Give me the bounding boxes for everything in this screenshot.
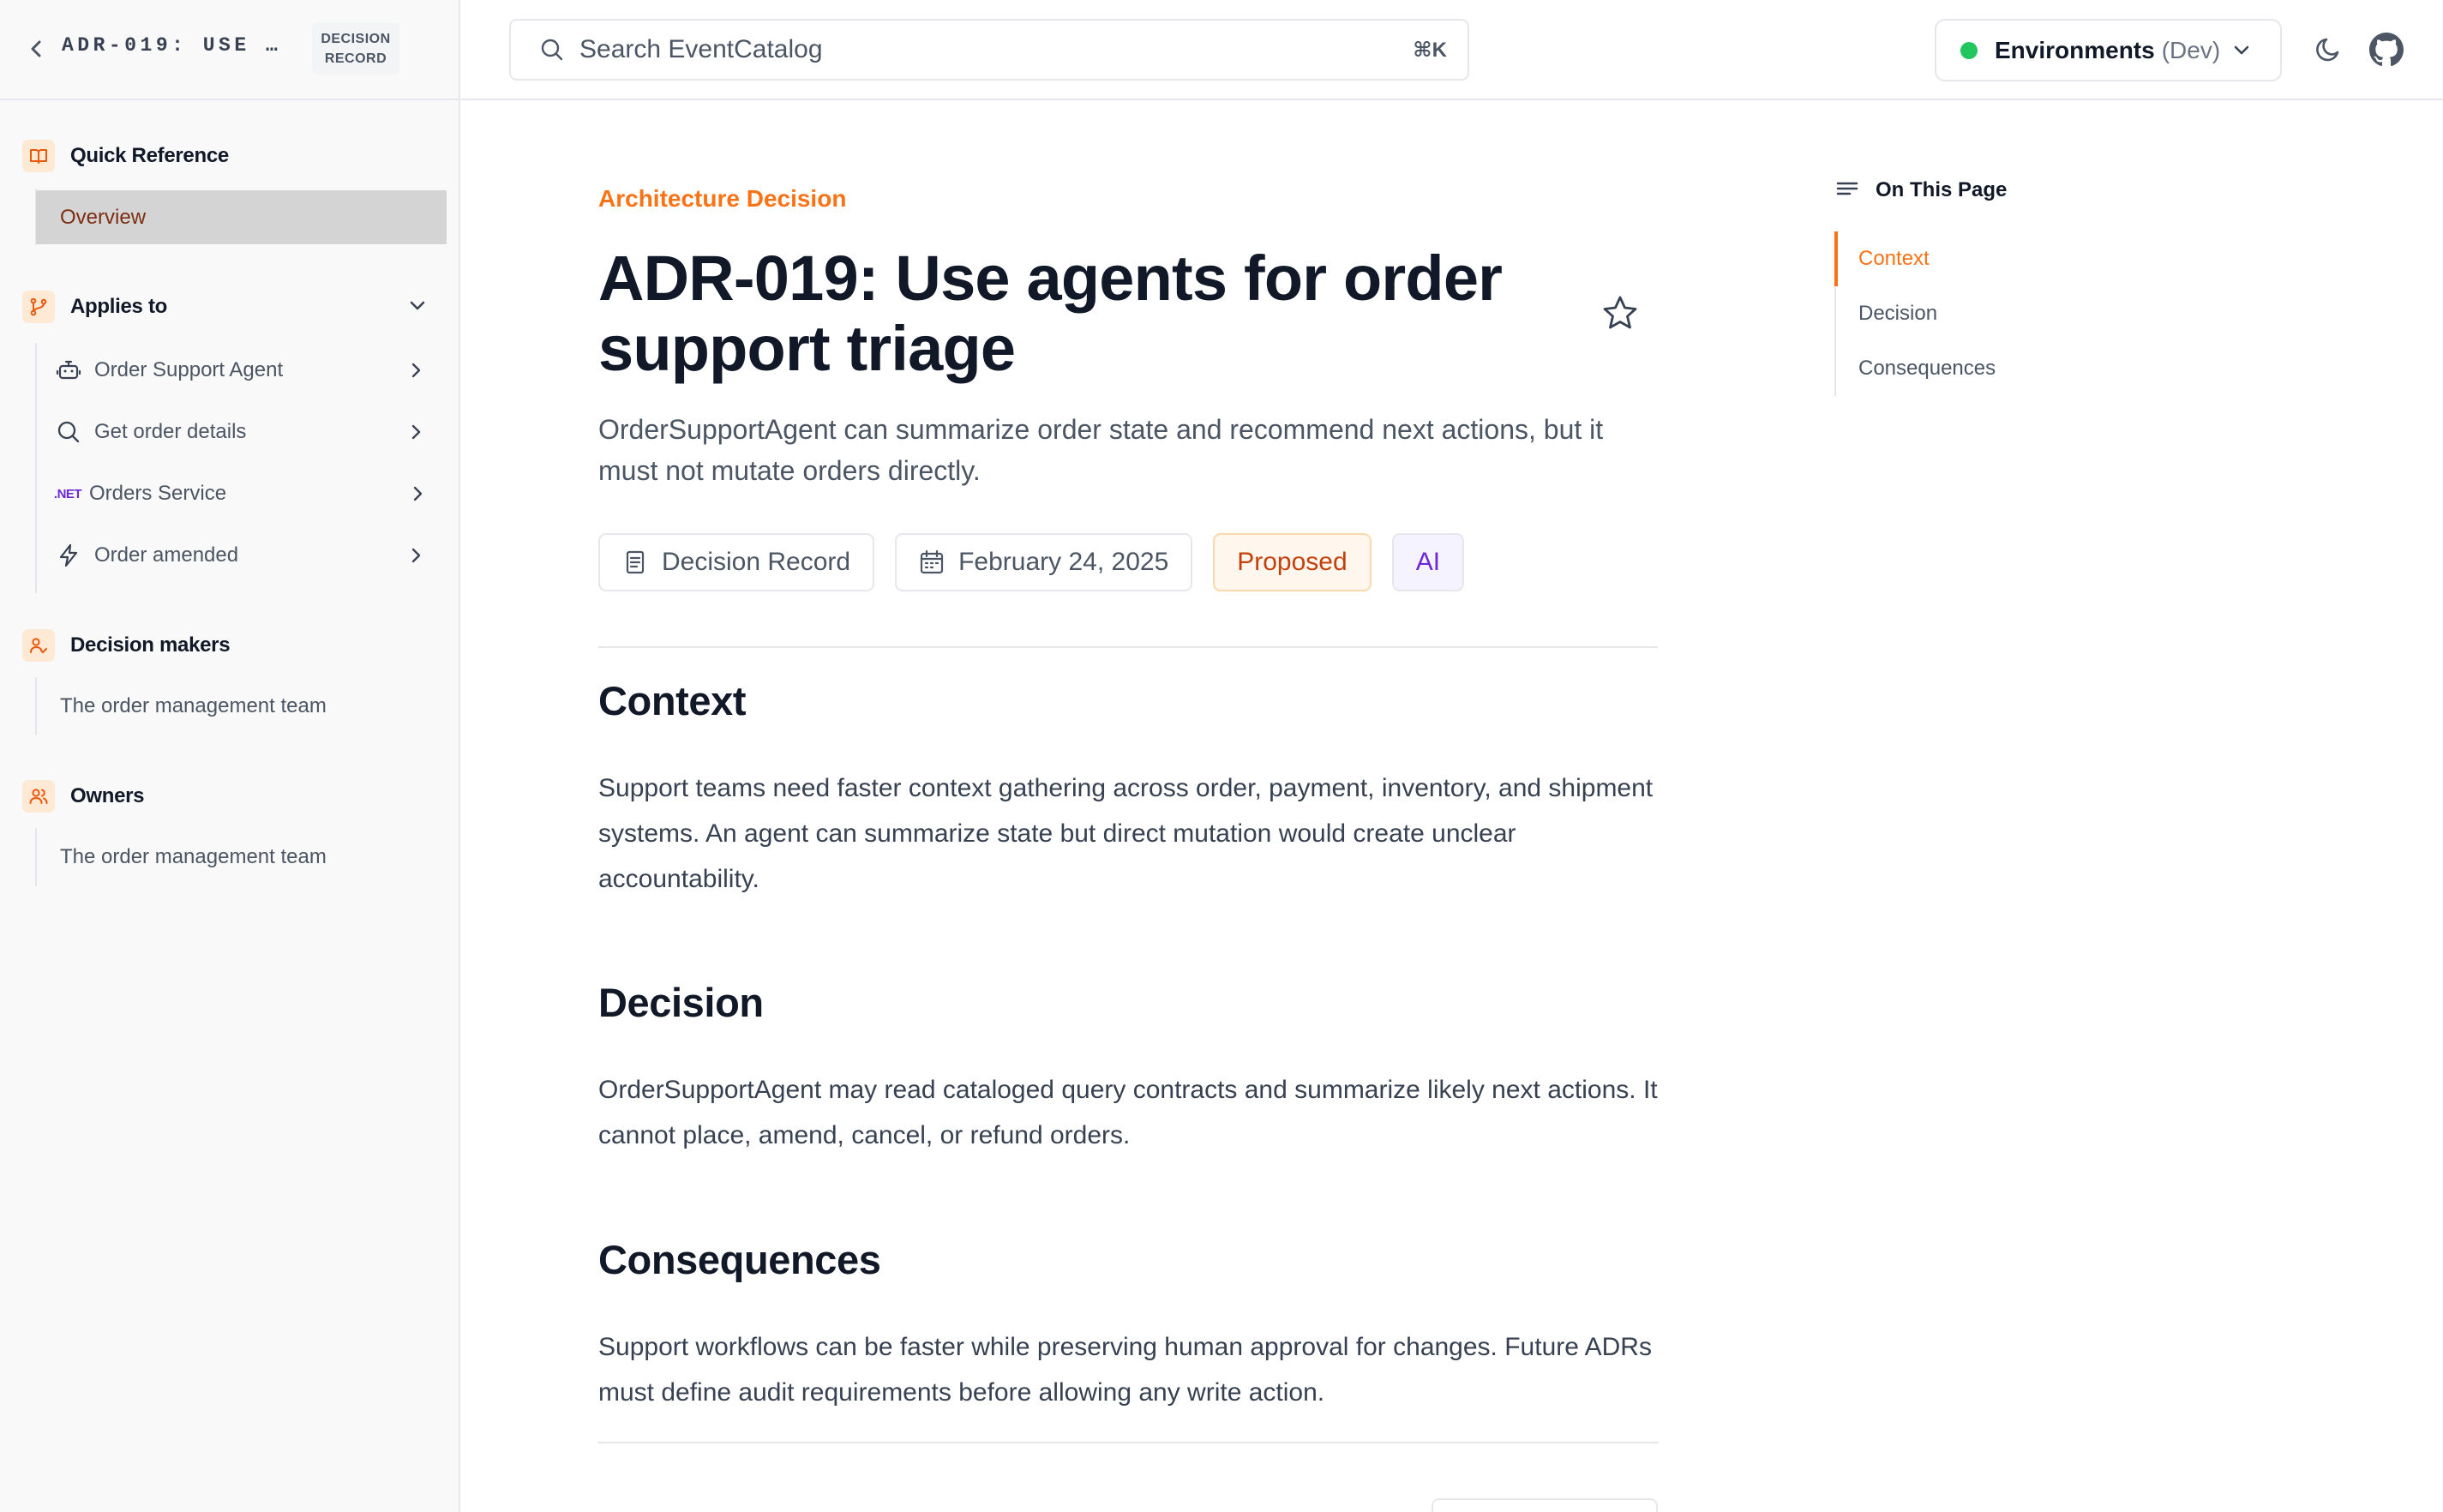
sidebar-title: ADR-019: USE AGENTS FOR ORDER SUPPORT TR… [62,34,291,57]
toc-item-decision[interactable]: Decision [1836,286,2092,341]
metadata-pills: Decision Record February 24, 2025 Propos… [598,533,1465,591]
lightning-icon [51,538,86,573]
environment-selector[interactable]: Environments (Dev) [1935,19,2282,81]
status-badge: Proposed [1213,533,1372,591]
date-label: February 24, 2025 [958,548,1169,576]
search-shortcut-hint: ⌘K [1413,38,1447,62]
section-label: Quick Reference [70,144,229,167]
moon-icon [2316,38,2339,62]
owner-item[interactable]: The order management team [60,845,327,869]
section-divider-line [35,828,37,886]
section-divider-line [35,343,37,593]
section-label: Owners [70,784,145,807]
chevron-right-icon [403,419,429,445]
chevron-right-icon [403,357,429,383]
table-of-contents: On This Page Context Decision Consequenc… [1834,171,2177,396]
tag-badge: AI [1391,533,1465,591]
github-link[interactable] [2368,31,2405,69]
chevron-right-icon [405,481,430,507]
search-icon [51,415,86,449]
star-icon [1603,296,1637,329]
toc-item-consequences[interactable]: Consequences [1836,341,2092,396]
section-body-consequences: Support workflows can be faster while pr… [598,1333,1652,1407]
environment-value: (Dev) [2161,36,2221,63]
document-icon [626,550,645,574]
github-icon [2369,33,2404,67]
record-type-pill: Decision Record [598,533,875,591]
section-divider-line [35,677,37,735]
chevron-down-icon [2229,38,2254,63]
toc-title: On This Page [1876,178,2008,201]
sidebar-item-label: Order Support Agent [94,358,284,381]
page-eyebrow: Architecture Decision [598,185,847,212]
section-owners: Owners [22,779,145,813]
section-applies-to: Applies to [22,290,167,324]
chevron-left-icon [31,40,41,57]
badge-line-2: RECORD [324,51,387,66]
section-heading-context: Context [598,678,747,723]
page-title: ADR-019: Use agents for order support tr… [598,243,1503,384]
chevron-right-icon [403,543,429,568]
collapse-applies-to-button[interactable] [403,291,432,321]
calendar-icon [920,549,944,574]
dotnet-icon: .NET [53,477,82,511]
book-open-icon [22,140,55,172]
sidebar: ADR-019: USE AGENTS FOR ORDER SUPPORT TR… [0,0,460,1512]
section-heading-decision: Decision [598,980,764,1025]
section-body-context: Support teams need faster context gather… [598,774,1654,893]
section-decision-makers: Decision makers [22,628,231,663]
sidebar-item-label: Orders Service [89,482,227,505]
sidebar-item-orders-service[interactable]: .NET Orders Service [53,471,430,517]
content-divider [598,1442,1658,1443]
top-bar: Search EventCatalog ⌘K Environments (Dev… [460,0,2443,100]
users-icon [22,780,55,813]
section-body-decision: OrderSupportAgent may read cataloged que… [598,1076,1658,1149]
sidebar-item-label: Order amended [94,543,239,567]
section-quick-reference: Quick Reference [22,139,229,173]
sidebar-item-overview[interactable]: Overview [36,190,447,244]
section-label: Applies to [70,295,168,318]
badge-line-1: DECISION [321,32,391,46]
toc-header: On This Page [1834,171,2177,209]
git-branch-icon [22,291,55,323]
section-heading-consequences: Consequences [598,1237,881,1282]
theme-toggle-button[interactable] [2309,31,2347,69]
record-type-label: Decision Record [662,548,851,576]
favorite-button[interactable] [1600,293,1641,334]
environment-label: Environments [1995,36,2155,63]
content-divider [598,646,1658,648]
environment-status-dot [1960,41,1978,59]
bot-icon [51,353,86,387]
dotnet-icon-label: .NET [53,486,82,501]
record-type-badge: DECISION RECORD [312,23,399,75]
sidebar-item-get-order-details[interactable]: Get order details [51,409,429,455]
sidebar-item-order-amended[interactable]: Order amended [51,532,429,579]
back-button[interactable] [26,36,46,62]
toc-list: Context Decision Consequences [1834,231,2092,396]
page-footer-card[interactable] [1432,1498,1658,1512]
sidebar-header: ADR-019: USE AGENTS FOR ORDER SUPPORT TR… [0,0,459,100]
search-placeholder: Search EventCatalog [579,35,823,63]
toc-item-context[interactable]: Context [1834,231,2092,286]
user-check-icon [22,629,55,662]
date-pill: February 24, 2025 [895,533,1193,591]
sidebar-item-label: Get order details [94,420,247,443]
search-input[interactable]: Search EventCatalog ⌘K [509,19,1469,81]
search-icon [538,36,566,63]
page-summary: OrderSupportAgent can summarize order st… [598,414,1604,486]
menu-lines-icon [1836,182,1858,195]
decision-maker-item[interactable]: The order management team [60,694,327,718]
sidebar-item-order-support-agent[interactable]: Order Support Agent [51,347,429,393]
chevron-down-icon [410,301,425,310]
section-label: Decision makers [70,633,231,657]
